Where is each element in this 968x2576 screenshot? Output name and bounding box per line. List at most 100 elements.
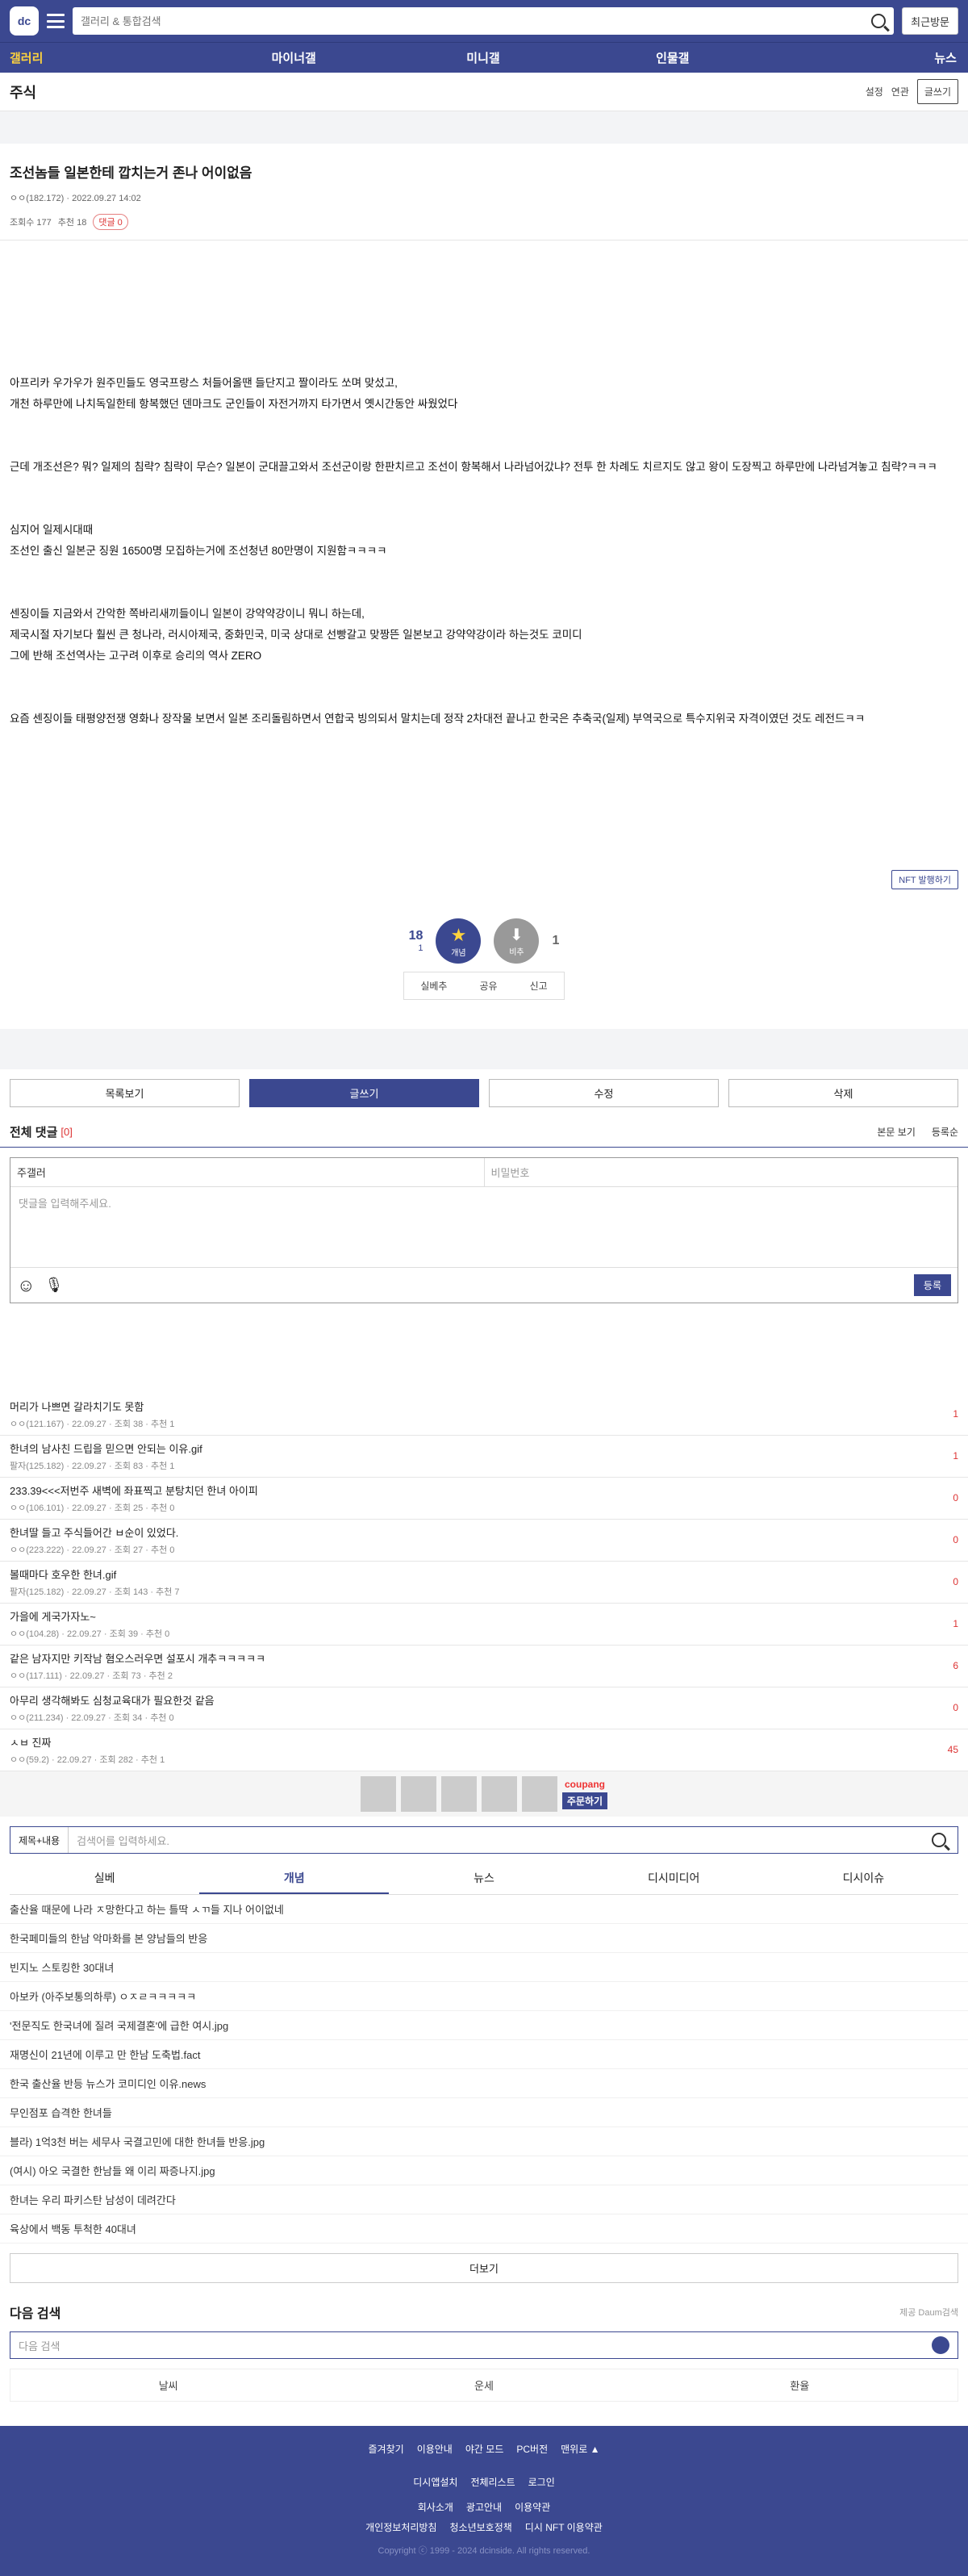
list-item-title[interactable]: 한녀딸 들고 주식들어간 ㅂ순이 있었다. xyxy=(10,1524,958,1540)
nav-news[interactable]: 뉴스 xyxy=(767,49,968,66)
view-body-link[interactable]: 본문 보기 xyxy=(877,1125,916,1139)
list-item[interactable]: 가을에 게국가자노~ ㅇㅇ(104.28) · 22.09.27 · 조회 39 … xyxy=(0,1604,968,1646)
sort-select[interactable]: 등록순 xyxy=(932,1125,958,1139)
password-field[interactable]: 비밀번호 xyxy=(483,1158,958,1186)
footer-link[interactable]: 디시 NFT 이용약관 xyxy=(525,2520,603,2534)
best-list-item[interactable]: 한국 출산율 반등 뉴스가 코미디인 이유.news xyxy=(0,2069,968,2098)
post-actions: 실베추 공유 신고 xyxy=(0,972,968,1000)
list-item-title[interactable]: 같은 남자지만 키작남 혐오스러우면 설포시 개추ㅋㅋㅋㅋㅋ xyxy=(10,1650,958,1666)
search-box[interactable] xyxy=(73,7,895,35)
tab-news[interactable]: 뉴스 xyxy=(389,1863,578,1894)
board-search-input[interactable]: 검색어를 입력하세요. xyxy=(69,1833,932,1848)
nickname-field[interactable]: 주갤러 xyxy=(10,1158,484,1186)
submit-comment-button[interactable]: 등록 xyxy=(913,1274,951,1296)
footer-link[interactable]: 이용약관 xyxy=(515,2500,550,2514)
list-item[interactable]: 한녀딸 들고 주식들어간 ㅂ순이 있었다. ㅇㅇ(223.222) · 22.09… xyxy=(0,1520,968,1562)
share-button[interactable]: 공유 xyxy=(463,972,513,999)
nft-button[interactable]: NFT 발행하기 xyxy=(891,870,958,889)
best-list-item[interactable]: 한국페미들의 한남 악마화를 본 양남들의 반응 xyxy=(0,1924,968,1953)
nav-minor[interactable]: 마이너갤 xyxy=(199,49,389,66)
list-item-title[interactable]: ㅅㅂ 진짜 xyxy=(10,1734,958,1750)
footer-link[interactable]: 디시앱설치 xyxy=(413,2475,457,2489)
post-author[interactable]: ㅇㅇ(182.172) xyxy=(10,194,64,203)
delete-button[interactable]: 삭제 xyxy=(728,1079,958,1107)
footer-link[interactable]: 전체리스트 xyxy=(470,2475,515,2489)
list-item-comment-count: 1 xyxy=(953,1450,958,1462)
search-type-select[interactable]: 제목+내용 xyxy=(10,1827,69,1853)
settings-link[interactable]: 설정 xyxy=(866,85,883,98)
footer-link[interactable]: 로그인 xyxy=(528,2475,555,2489)
site-logo[interactable]: dc xyxy=(10,6,39,36)
list-item[interactable]: 한녀의 남사친 드립을 믿으면 안되는 이유.gif 팔자(125.182) · … xyxy=(0,1436,968,1478)
list-item[interactable]: 아무리 생각해봐도 심청교육대가 필요한것 같음 ㅇㅇ(211.234) · 22… xyxy=(0,1687,968,1729)
dccon-icon[interactable]: ☺ xyxy=(17,1275,35,1296)
list-item-title[interactable]: 가을에 게국가자노~ xyxy=(10,1608,958,1624)
footer-link[interactable]: 맨위로 ▲ xyxy=(561,2442,599,2456)
list-item[interactable]: 볼때마다 호우한 한녀.gif 팔자(125.182) · 22.09.27 · … xyxy=(0,1562,968,1604)
tab-dcmedia[interactable]: 디시미디어 xyxy=(579,1863,769,1894)
footer-link[interactable]: 야간 모드 xyxy=(465,2442,504,2456)
footer-link[interactable]: 즐겨찾기 xyxy=(369,2442,404,2456)
footer-link[interactable]: 청소년보호정책 xyxy=(450,2520,512,2534)
nav-gallery[interactable]: 갤러리 xyxy=(0,49,199,66)
footer-link[interactable]: 회사소개 xyxy=(418,2500,453,2514)
body-line xyxy=(10,289,958,310)
best-recommend-button[interactable]: 실베추 xyxy=(404,972,463,999)
search-icon[interactable] xyxy=(932,1833,946,1847)
best-list-item[interactable]: '전문직도 한국녀에 질려 국제결혼'에 급한 여시.jpg xyxy=(0,2011,968,2040)
best-list-item[interactable]: 재명신이 21년에 이루고 만 한남 도축법.fact xyxy=(0,2040,968,2069)
next-search-input[interactable]: 다음 검색 xyxy=(10,2331,958,2359)
best-list-item[interactable]: (여시) 아오 국결한 한남들 왜 이리 짜증나지.jpg xyxy=(0,2156,968,2185)
report-button[interactable]: 신고 xyxy=(514,972,564,999)
keyword-fortune[interactable]: 운세 xyxy=(326,2369,641,2401)
footer-link[interactable]: 이용안내 xyxy=(417,2442,453,2456)
nav-mini[interactable]: 미니갤 xyxy=(389,49,578,66)
ad-banner[interactable]: coupang 주문하기 xyxy=(0,1771,968,1817)
more-button[interactable]: 더보기 xyxy=(10,2253,958,2283)
list-item[interactable]: ㅅㅂ 진짜 ㅇㅇ(59.2) · 22.09.27 · 조회 282 · 추천 1… xyxy=(0,1729,968,1771)
footer-link[interactable]: 개인정보처리방침 xyxy=(365,2520,436,2534)
footer-link[interactable]: PC버전 xyxy=(516,2442,548,2456)
best-list-item[interactable]: 아보카 (아주보통의하루) ㅇㅈㄹㅋㅋㅋㅋㅋ xyxy=(0,1982,968,2011)
comment-textarea[interactable]: 댓글을 입력해주세요. xyxy=(10,1187,958,1268)
tab-dcissue[interactable]: 디시이슈 xyxy=(769,1863,958,1894)
list-item[interactable]: 같은 남자지만 키작남 혐오스러우면 설포시 개추ㅋㅋㅋㅋㅋ ㅇㅇ(117.111… xyxy=(0,1646,968,1687)
best-list-item[interactable]: 무인점포 습격한 한녀들 xyxy=(0,2098,968,2127)
list-item-title[interactable]: 볼때마다 호우한 한녀.gif xyxy=(10,1566,958,1582)
keyword-weather[interactable]: 날씨 xyxy=(10,2369,326,2401)
related-link[interactable]: 연관 xyxy=(891,85,909,98)
gallery-title: 주식 xyxy=(10,84,37,101)
list-item[interactable]: 233.39<<<저번주 새벽에 좌표찍고 분탕치던 한녀 아이피 ㅇㅇ(106.… xyxy=(0,1478,968,1520)
keyword-exchange[interactable]: 환율 xyxy=(642,2369,958,2401)
search-icon[interactable] xyxy=(932,2336,949,2354)
menu-icon[interactable] xyxy=(47,14,65,28)
downvote-button[interactable]: ⬇ 비추 xyxy=(494,918,540,964)
nav-person[interactable]: 인물갤 xyxy=(578,49,767,66)
list-button[interactable]: 목록보기 xyxy=(10,1079,240,1107)
upvote-button[interactable]: ★ 개념 xyxy=(436,918,482,964)
comment-count[interactable]: 댓글 0 xyxy=(93,214,128,230)
next-search-placeholder: 다음 검색 xyxy=(19,2340,60,2352)
list-item[interactable]: 머리가 나쁘면 갈라치기도 못함 ㅇㅇ(121.167) · 22.09.27 ·… xyxy=(0,1394,968,1436)
best-list-item[interactable]: 빈지노 스토킹한 30대녀 xyxy=(0,1953,968,1982)
tab-silbe[interactable]: 실베 xyxy=(10,1863,199,1894)
footer-link[interactable]: 광고안내 xyxy=(466,2500,502,2514)
best-list-item[interactable]: 한녀는 우리 파키스탄 남성이 데려간다 xyxy=(0,2185,968,2214)
ad-image xyxy=(440,1776,477,1812)
search-input[interactable] xyxy=(81,15,866,27)
search-icon[interactable] xyxy=(871,14,887,28)
best-list-item[interactable]: 블라) 1억3천 버는 세무사 국결고민에 대한 한녀들 반응.jpg xyxy=(0,2127,968,2156)
tab-concept[interactable]: 개념 xyxy=(199,1863,390,1894)
write-button[interactable]: 글쓰기 xyxy=(916,79,958,104)
list-item-title[interactable]: 233.39<<<저번주 새벽에 좌표찍고 분탕치던 한녀 아이피 xyxy=(10,1482,958,1498)
recent-visit-button[interactable]: 최근방문 xyxy=(902,7,958,35)
best-list-item[interactable]: 육상에서 백동 투척한 40대녀 xyxy=(0,2214,968,2244)
voice-icon[interactable]: 🎙 xyxy=(44,1277,63,1294)
ad-cta[interactable]: 주문하기 xyxy=(561,1792,608,1809)
best-list-item[interactable]: 출산율 때문에 나라 ㅈ망한다고 하는 틀딱 ㅅㄲ들 지나 어이없네 xyxy=(0,1895,968,1924)
list-item-title[interactable]: 한녀의 남사친 드립을 믿으면 안되는 이유.gif xyxy=(10,1441,958,1456)
list-item-title[interactable]: 아무리 생각해봐도 심청교육대가 필요한것 같음 xyxy=(10,1692,958,1708)
edit-button[interactable]: 수정 xyxy=(489,1079,719,1107)
write-post-button[interactable]: 글쓰기 xyxy=(249,1079,479,1107)
list-item-title[interactable]: 머리가 나쁘면 갈라치기도 못함 xyxy=(10,1399,958,1414)
